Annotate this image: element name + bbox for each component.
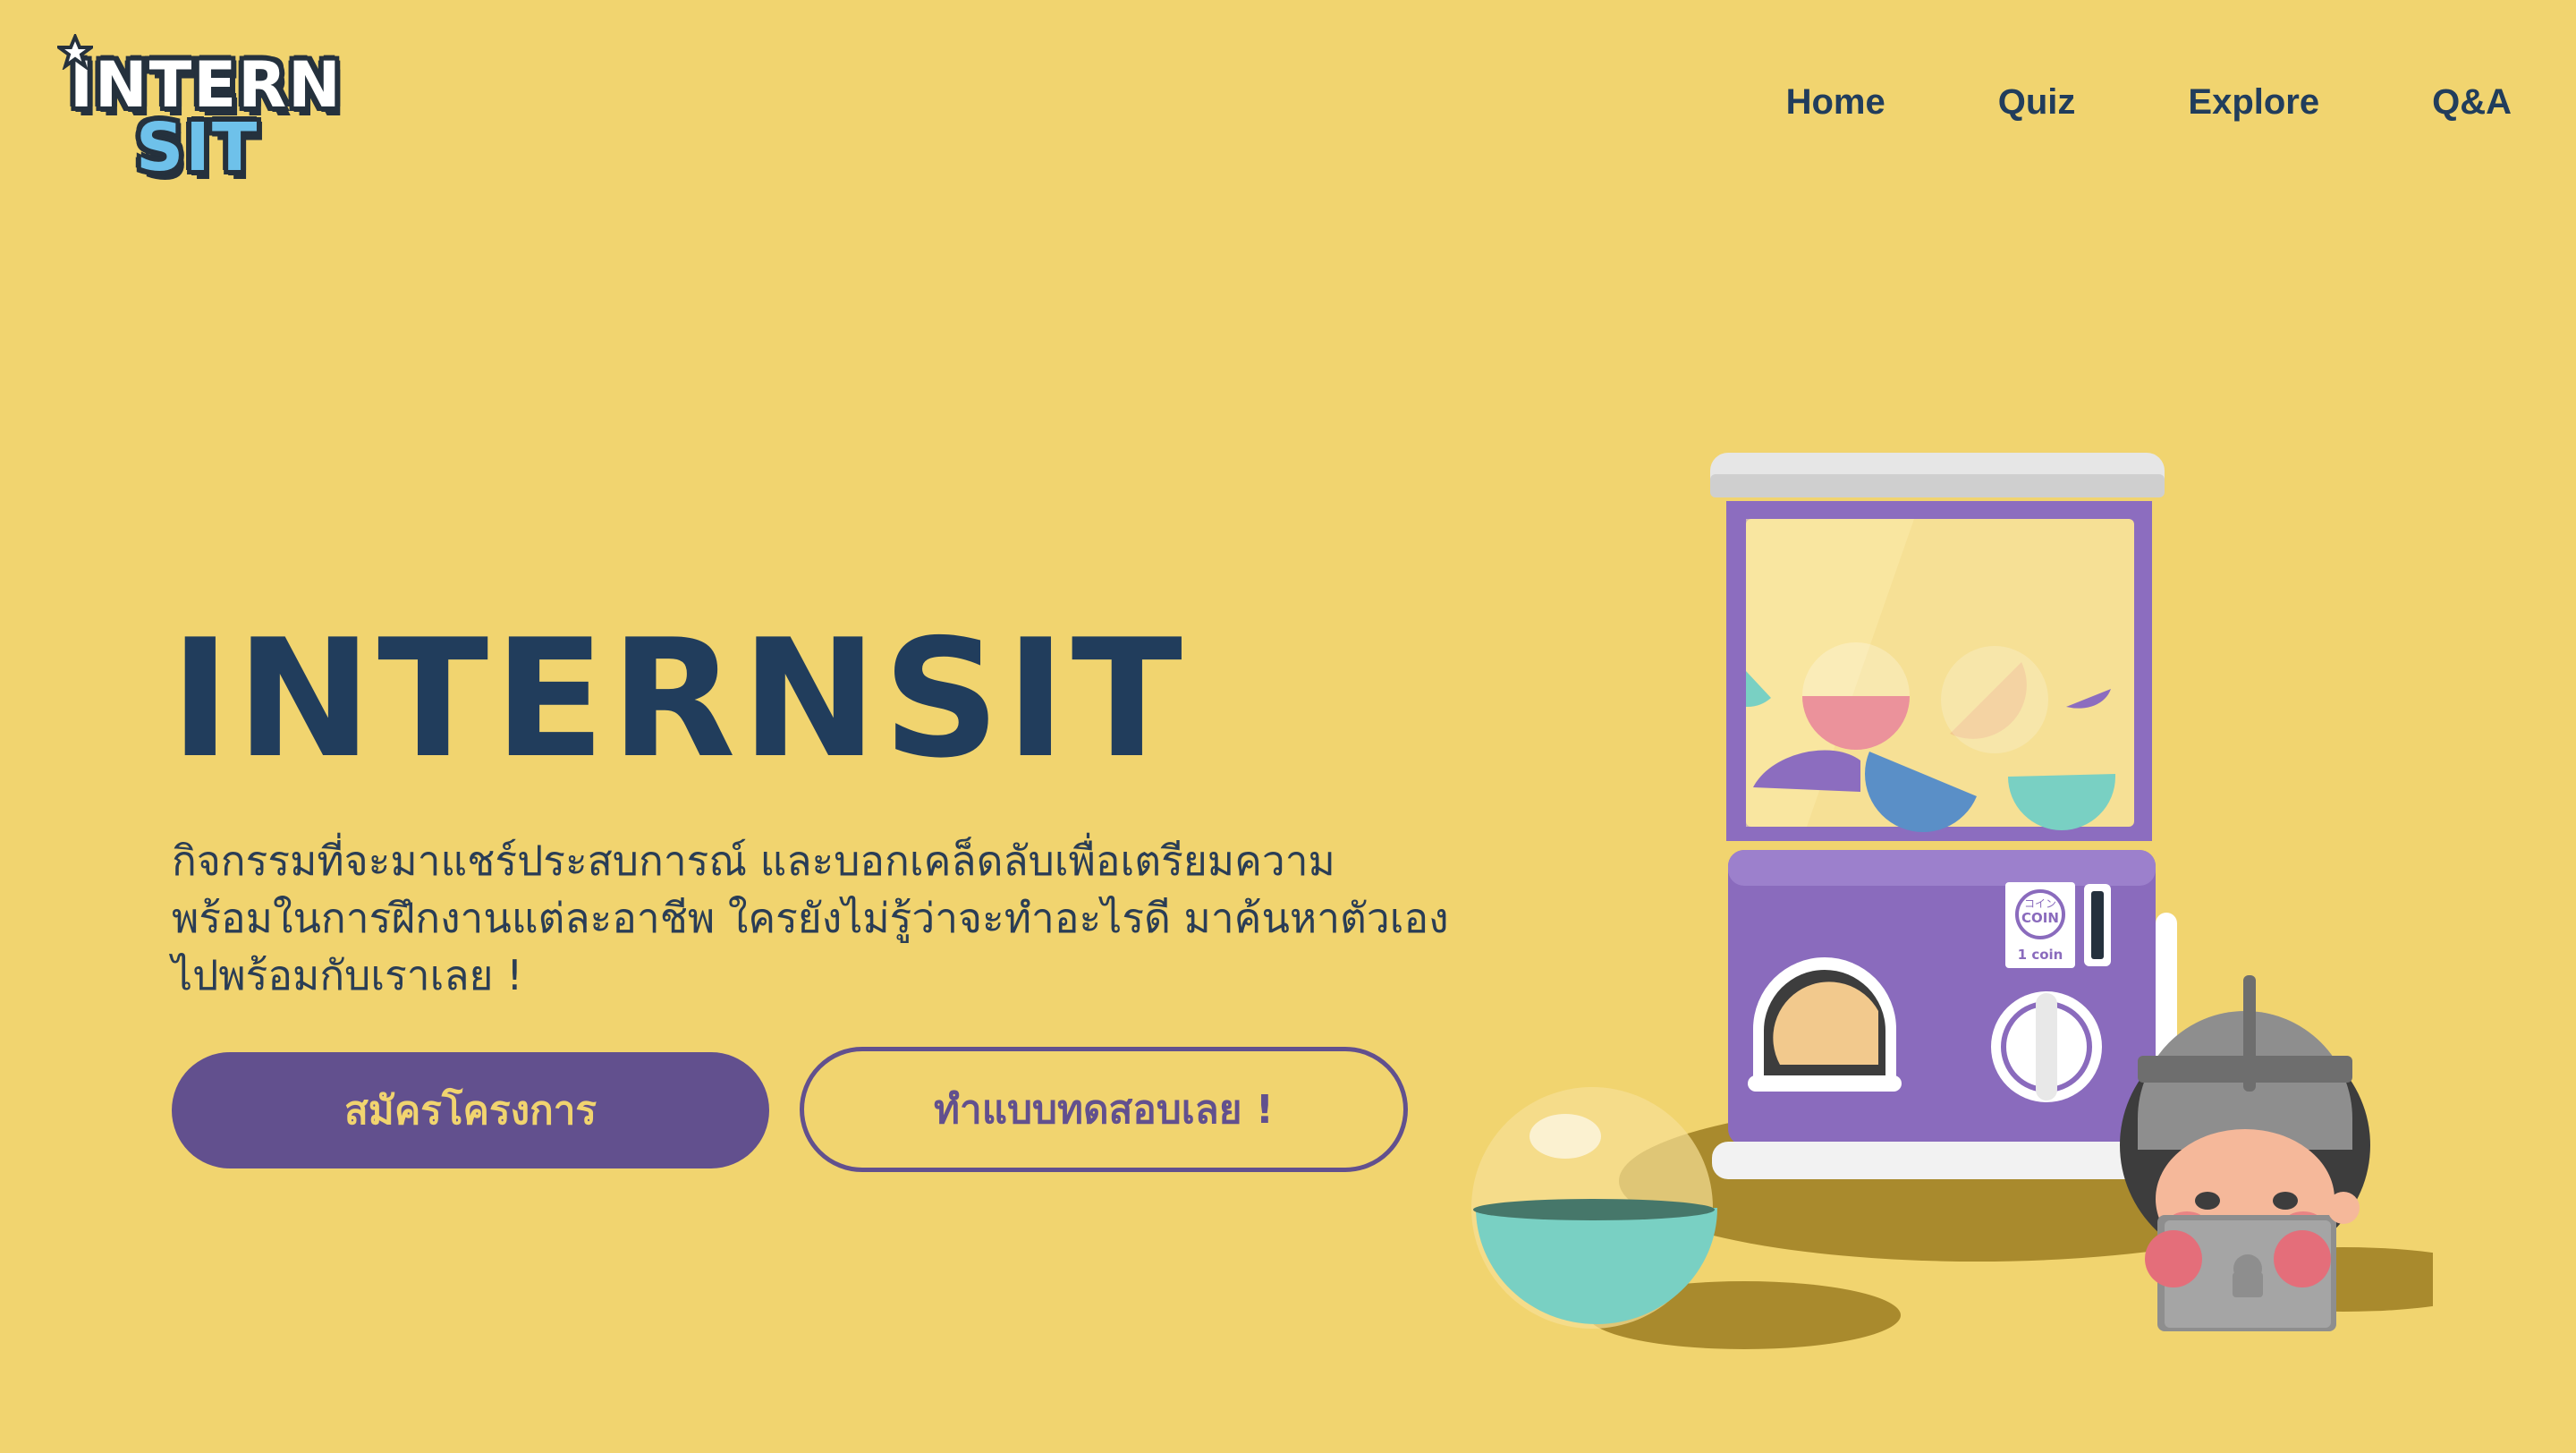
nav-explore[interactable]: Explore [2188,82,2319,123]
nav-quiz[interactable]: Quiz [1998,82,2076,123]
take-quiz-button[interactable]: ทำแบบทดสอบเลย ! [800,1047,1408,1172]
hero-description-line: ไปพร้อมกับเราเลย ! [172,951,523,999]
hero-description-line: กิจกรรมที่จะมาแชร์ประสบการณ์ และบอกเคล็ด… [172,837,1335,885]
coin-price: 1 coin [2018,947,2063,963]
nav-qa[interactable]: Q&A [2432,82,2512,123]
gashapon-machine: コイン COIN 1 coin [1710,453,2177,1179]
coin-label: COIN [2021,910,2059,926]
site-logo[interactable]: INTERN SIT [57,34,341,191]
hero-title: INTERNSIT [170,604,1188,794]
logo-text-bottom: SIT [136,109,259,186]
main-nav: Home Quiz Explore Q&A [1786,82,2512,123]
coin-label-jp: コイン [2024,897,2056,910]
hero-description-line: พร้อมในการฝึกงานแต่ละอาชีพ ใครยังไม่รู้ว… [172,894,1449,942]
hero-description: กิจกรรมที่จะมาแชร์ประสบการณ์ และบอกเคล็ด… [172,832,1460,1004]
register-button[interactable]: สมัครโครงการ [172,1052,769,1168]
gashapon-illustration: コイン COIN 1 coin [1471,453,2433,1349]
star-icon [57,34,93,70]
nav-home[interactable]: Home [1786,82,1885,123]
